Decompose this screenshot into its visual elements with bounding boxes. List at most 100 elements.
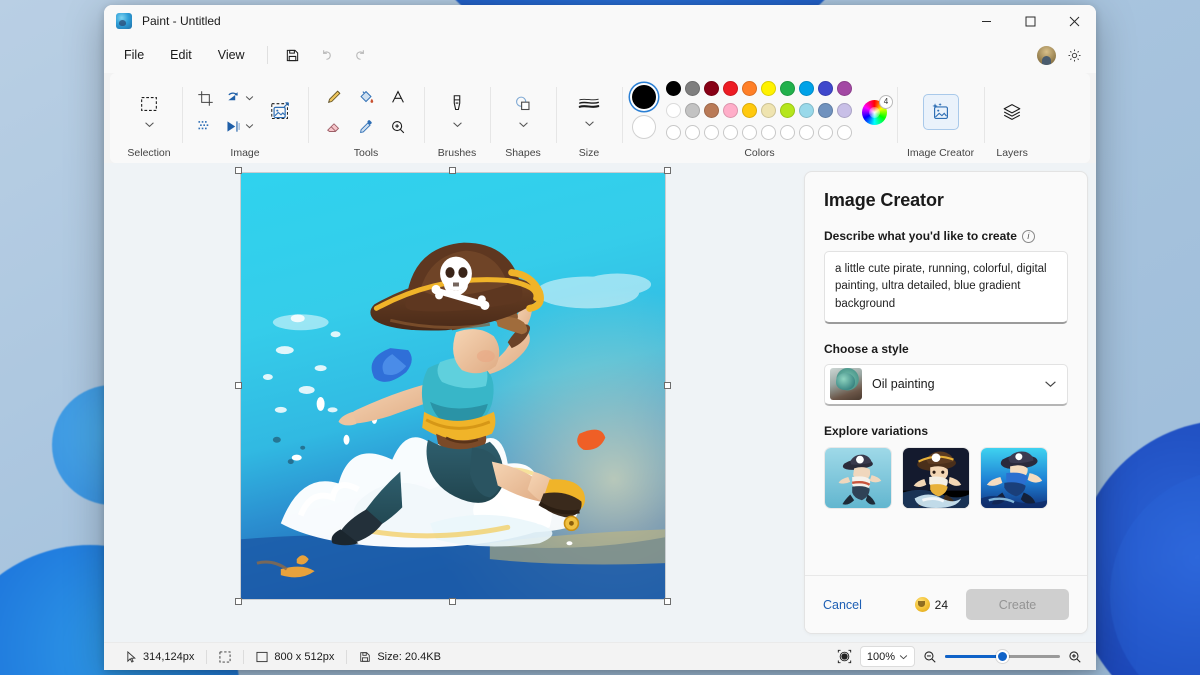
menu-view[interactable]: View xyxy=(206,43,257,67)
color-swatch[interactable] xyxy=(818,125,833,140)
selection-handle[interactable] xyxy=(235,167,242,174)
color-swatch[interactable] xyxy=(837,103,852,118)
gear-icon[interactable] xyxy=(1062,43,1086,67)
style-selected-value: Oil painting xyxy=(872,377,935,392)
info-icon[interactable]: i xyxy=(1021,229,1035,243)
color-swatch[interactable] xyxy=(742,125,757,140)
color-swatch[interactable] xyxy=(818,81,833,96)
canvas-image[interactable] xyxy=(240,172,666,600)
chevron-down-icon[interactable] xyxy=(452,116,463,132)
color-swatch[interactable] xyxy=(799,103,814,118)
chevron-down-icon[interactable] xyxy=(899,651,908,663)
chevron-down-icon[interactable] xyxy=(518,116,529,132)
flip-icon[interactable] xyxy=(224,113,254,139)
color-swatch[interactable] xyxy=(704,81,719,96)
zoom-in-icon[interactable] xyxy=(1068,650,1082,664)
chevron-down-icon[interactable] xyxy=(584,115,595,131)
zoom-slider-thumb[interactable] xyxy=(995,650,1009,663)
maximize-button[interactable] xyxy=(1008,5,1052,37)
prompt-input[interactable]: a little cute pirate, running, colorful,… xyxy=(824,251,1068,324)
color-swatch[interactable] xyxy=(742,103,757,118)
shapes-icon[interactable] xyxy=(500,91,546,134)
pencil-icon[interactable] xyxy=(320,83,348,111)
menu-edit[interactable]: Edit xyxy=(158,43,204,67)
image-creator-icon[interactable] xyxy=(922,94,959,130)
color-swatch[interactable] xyxy=(837,81,852,96)
color-swatch[interactable] xyxy=(742,81,757,96)
color-swatch[interactable] xyxy=(837,125,852,140)
style-dropdown[interactable]: Oil painting xyxy=(824,363,1068,406)
chevron-down-icon[interactable] xyxy=(144,116,155,132)
zoom-level-dropdown[interactable]: 100% xyxy=(859,646,915,667)
selection-handle[interactable] xyxy=(449,598,456,605)
color-swatch[interactable] xyxy=(761,81,776,96)
fit-to-window-icon[interactable] xyxy=(837,649,852,664)
color-swatch[interactable] xyxy=(666,103,681,118)
variation-thumb-3[interactable] xyxy=(980,446,1048,509)
color-swatch[interactable] xyxy=(799,81,814,96)
save-icon[interactable] xyxy=(278,42,308,68)
canvas-selection[interactable] xyxy=(235,167,671,605)
describe-label: Describe what you'd like to create i xyxy=(824,229,1068,243)
ribbon-group-shapes: Shapes xyxy=(490,73,556,163)
zoom-out-icon[interactable] xyxy=(923,650,937,664)
minimize-button[interactable] xyxy=(964,5,1008,37)
avatar[interactable] xyxy=(1037,45,1056,65)
color-wheel-icon[interactable]: 4 xyxy=(862,94,893,125)
cancel-button[interactable]: Cancel xyxy=(823,598,862,612)
selection-handle[interactable] xyxy=(664,382,671,389)
color-swatch[interactable] xyxy=(666,81,681,96)
color-swatch[interactable] xyxy=(704,125,719,140)
secondary-color-swatch[interactable] xyxy=(632,115,656,139)
rotate-icon[interactable] xyxy=(224,85,254,111)
color-swatch[interactable] xyxy=(685,125,700,140)
selection-handle[interactable] xyxy=(449,167,456,174)
color-swatch[interactable] xyxy=(666,125,681,140)
color-swatch[interactable] xyxy=(704,103,719,118)
ribbon-group-tools: Tools xyxy=(308,73,424,163)
create-button[interactable]: Create xyxy=(966,589,1069,620)
color-swatch[interactable] xyxy=(761,125,776,140)
menu-file[interactable]: File xyxy=(112,43,156,67)
color-swatch[interactable] xyxy=(799,125,814,140)
color-swatch[interactable] xyxy=(818,103,833,118)
color-swatch[interactable] xyxy=(723,103,738,118)
close-button[interactable] xyxy=(1052,5,1096,37)
color-swatch[interactable] xyxy=(780,103,795,118)
selection-handle[interactable] xyxy=(664,598,671,605)
canvas-area[interactable] xyxy=(104,163,804,642)
selection-handle[interactable] xyxy=(235,382,242,389)
primary-color-swatch[interactable] xyxy=(632,85,656,109)
size-lines-icon[interactable] xyxy=(566,92,612,133)
color-swatch[interactable] xyxy=(780,81,795,96)
chevron-down-icon[interactable] xyxy=(1044,375,1057,393)
color-wheel-badge: 4 xyxy=(879,94,893,109)
crop-icon[interactable] xyxy=(192,85,218,111)
brush-icon[interactable] xyxy=(434,91,480,134)
color-swatch[interactable] xyxy=(723,81,738,96)
rectangular-selection-icon[interactable] xyxy=(126,91,172,134)
color-swatch[interactable] xyxy=(780,125,795,140)
zoom-slider[interactable] xyxy=(945,650,1060,664)
color-swatch[interactable] xyxy=(685,103,700,118)
image-dimensions: 800 x 512px xyxy=(244,647,346,667)
selection-handle[interactable] xyxy=(664,167,671,174)
chevron-down-icon[interactable] xyxy=(245,93,254,103)
text-icon[interactable] xyxy=(384,83,412,111)
eraser-icon[interactable] xyxy=(320,113,348,141)
variation-thumb-1[interactable] xyxy=(824,446,892,509)
redo-icon[interactable] xyxy=(346,42,376,68)
resize-skew-icon[interactable] xyxy=(192,113,218,139)
eyedropper-icon[interactable] xyxy=(352,113,380,141)
select-image-icon[interactable] xyxy=(264,95,298,129)
magnifier-icon[interactable] xyxy=(384,113,412,141)
variation-thumb-2[interactable] xyxy=(902,446,970,509)
fill-bucket-icon[interactable] xyxy=(352,83,380,111)
chevron-down-icon[interactable] xyxy=(245,121,254,131)
undo-icon[interactable] xyxy=(312,42,342,68)
color-swatch[interactable] xyxy=(723,125,738,140)
selection-handle[interactable] xyxy=(235,598,242,605)
color-swatch[interactable] xyxy=(761,103,776,118)
color-swatch[interactable] xyxy=(685,81,700,96)
layers-icon[interactable] xyxy=(994,94,1030,130)
